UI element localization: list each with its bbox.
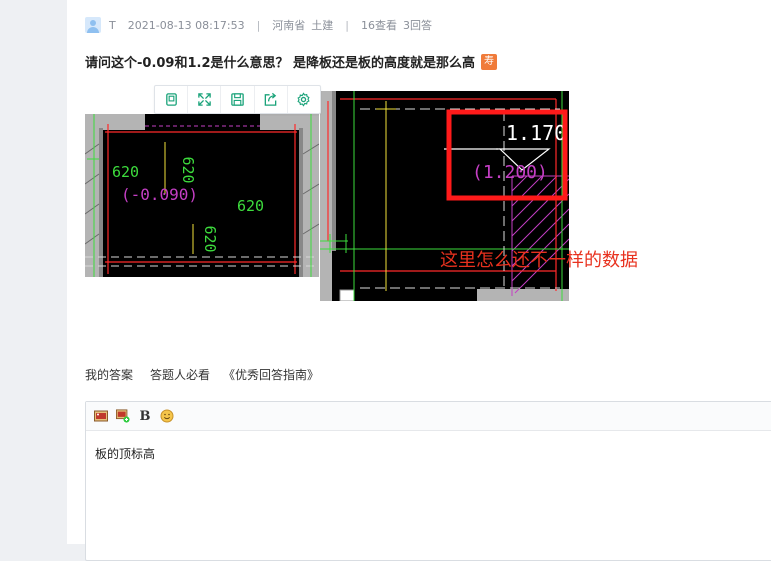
answer-count: 3回答 xyxy=(403,19,432,32)
answer-tabs: 我的答案 答题人必看 《优秀回答指南》 xyxy=(85,366,319,383)
tab-must-read[interactable]: 答题人必看 xyxy=(150,366,210,383)
answer-editor: B 板的顶标高 xyxy=(85,401,771,561)
dimension-label: 620 xyxy=(179,156,197,183)
insert-gallery-button[interactable] xyxy=(116,409,130,423)
tab-my-answer[interactable]: 我的答案 xyxy=(85,366,133,383)
question-text: 请问这个-0.09和1.2是什么意思？ 是降板还是板的高度就是那么高 xyxy=(85,56,476,71)
image-toolbar xyxy=(154,85,321,114)
question-card: T 2021-08-13 08:17:53 | 河南省 土建 | 16查看 3回… xyxy=(67,0,771,561)
settings-icon xyxy=(297,92,310,107)
post-category: 土建 xyxy=(311,19,334,32)
author-name[interactable]: T xyxy=(109,19,116,32)
save-button[interactable] xyxy=(221,86,255,113)
emoji-icon xyxy=(160,409,174,423)
meta-separator: | xyxy=(256,18,261,32)
bold-button[interactable]: B xyxy=(138,408,152,424)
insert-image-button[interactable] xyxy=(94,409,108,423)
annotation-text: 这里怎么还不一样的数据 xyxy=(440,250,638,271)
share-icon xyxy=(264,92,277,106)
question-title: 请问这个-0.09和1.2是什么意思？ 是降板还是板的高度就是那么高 寿 xyxy=(85,52,498,71)
question-badge: 寿 xyxy=(481,53,498,70)
post-timestamp: 2021-08-13 08:17:53 xyxy=(127,18,245,32)
gallery-icon xyxy=(116,409,130,423)
elevation-label: (-0.090) xyxy=(121,185,198,204)
elevation-top: 1.170 xyxy=(506,121,566,145)
post-region: 河南省 xyxy=(272,19,306,32)
image-icon xyxy=(94,410,108,422)
save-icon xyxy=(231,93,244,106)
elevation-bottom: (1.200) xyxy=(472,162,548,183)
emoji-button[interactable] xyxy=(160,409,174,423)
dimension-label: 620 xyxy=(201,225,219,252)
bold-icon: B xyxy=(139,408,151,424)
dimension-label: 620 xyxy=(237,197,264,215)
guide-link[interactable]: 《优秀回答指南》 xyxy=(223,366,319,383)
expand-button[interactable] xyxy=(188,86,222,113)
expand-icon xyxy=(198,93,211,106)
editor-toolbar: B xyxy=(86,402,771,431)
share-button[interactable] xyxy=(255,86,288,113)
post-meta: T 2021-08-13 08:17:53 | 河南省 土建 | 16查看 3回… xyxy=(85,16,432,34)
copy-button[interactable] xyxy=(155,86,189,113)
dimension-label: 620 xyxy=(112,163,139,181)
view-count: 16查看 xyxy=(361,19,397,32)
meta-separator: | xyxy=(345,18,349,32)
editor-text-area[interactable]: 板的顶标高 xyxy=(86,431,771,476)
copy-icon xyxy=(165,93,177,106)
cad-drawing-left[interactable]: 620 620 620 620 (-0.090) xyxy=(85,114,319,277)
settings-button[interactable] xyxy=(288,86,320,113)
avatar[interactable] xyxy=(85,17,101,33)
